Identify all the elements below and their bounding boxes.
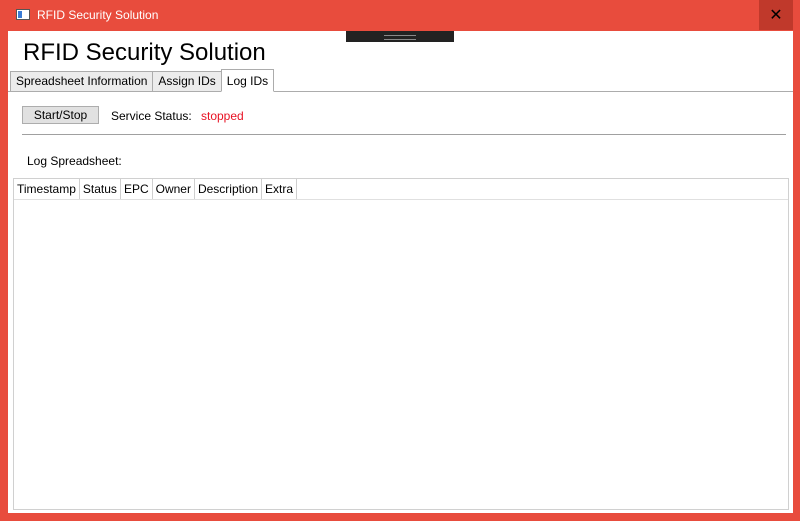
window-title: RFID Security Solution <box>37 8 159 22</box>
tab-log-ids[interactable]: Log IDs <box>220 69 275 92</box>
column-header-extra[interactable]: Extra <box>262 179 298 199</box>
service-status-value: stopped <box>201 109 244 123</box>
drag-handle[interactable] <box>346 31 454 42</box>
column-header-status[interactable]: Status <box>80 179 121 199</box>
column-header-description[interactable]: Description <box>195 179 262 199</box>
column-header-epc[interactable]: EPC <box>121 179 153 199</box>
service-status-label: Service Status: <box>111 109 192 123</box>
app-window: RFID Security Solution ✕ RFID Security S… <box>0 0 800 521</box>
separator <box>22 134 786 135</box>
column-header-owner[interactable]: Owner <box>153 179 195 199</box>
page-title: RFID Security Solution <box>23 39 266 66</box>
client-area: RFID Security Solution Spreadsheet Infor… <box>8 31 793 513</box>
column-header-timestamp[interactable]: Timestamp <box>14 179 80 199</box>
tab-spreadsheet-information[interactable]: Spreadsheet Information <box>10 71 154 92</box>
title-bar[interactable]: RFID Security Solution ✕ <box>0 0 800 31</box>
tab-assign-ids[interactable]: Assign IDs <box>152 71 222 92</box>
close-icon: ✕ <box>769 7 783 24</box>
log-ids-panel: Start/Stop Service Status: stopped Log S… <box>8 91 793 513</box>
log-spreadsheet-grid[interactable]: Timestamp Status EPC Owner Description E… <box>13 178 789 510</box>
tab-strip: Spreadsheet Information Assign IDs Log I… <box>10 69 275 92</box>
grid-header: Timestamp Status EPC Owner Description E… <box>14 179 788 200</box>
close-button[interactable]: ✕ <box>759 0 793 30</box>
log-spreadsheet-label: Log Spreadsheet: <box>27 154 122 168</box>
start-stop-button[interactable]: Start/Stop <box>22 106 99 124</box>
app-window-icon <box>16 9 30 20</box>
